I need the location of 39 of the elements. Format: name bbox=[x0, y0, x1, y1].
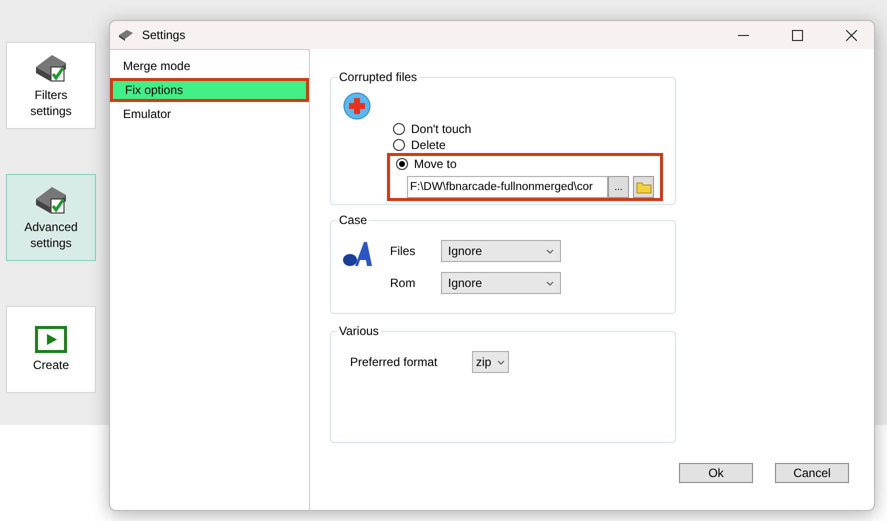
drive-check-icon bbox=[34, 52, 68, 82]
folder-icon bbox=[636, 180, 652, 194]
field-label: Preferred format bbox=[350, 355, 438, 369]
tile-label: Create bbox=[32, 357, 70, 373]
radio-option[interactable]: Don't touch bbox=[393, 121, 472, 137]
dropdown-icon bbox=[546, 280, 554, 286]
dropdown[interactable]: Ignore bbox=[441, 272, 561, 294]
dropdown[interactable]: Ignore bbox=[441, 240, 561, 262]
group-title: Corrupted files bbox=[337, 70, 420, 84]
group-title: Case bbox=[337, 213, 370, 227]
sidebar-tile[interactable]: Filters settings bbox=[6, 42, 96, 129]
dialog-button[interactable]: Ok bbox=[679, 463, 753, 483]
tile-label: Advanced settings bbox=[23, 218, 79, 250]
dropdown-icon bbox=[546, 248, 554, 254]
dropdown[interactable]: zip bbox=[472, 351, 509, 373]
dialog-button[interactable]: Cancel bbox=[775, 463, 849, 483]
sidebar-tile[interactable]: Create bbox=[6, 306, 96, 393]
sidebar-tile[interactable]: Advanced settings bbox=[6, 174, 96, 261]
field-label: Files bbox=[390, 244, 416, 258]
nav-item[interactable]: Emulator bbox=[110, 102, 309, 126]
radio-option[interactable]: Move to bbox=[396, 156, 457, 172]
group-title: Various bbox=[337, 324, 381, 338]
minimize-icon bbox=[738, 34, 748, 36]
window-title: Settings bbox=[142, 28, 186, 42]
app-icon bbox=[118, 29, 134, 41]
drive-check-icon bbox=[34, 184, 68, 214]
field-label: Rom bbox=[390, 276, 416, 290]
maximize-icon bbox=[792, 30, 802, 40]
browse-button[interactable]: ... bbox=[608, 176, 629, 198]
font-case-icon bbox=[341, 241, 373, 267]
close-icon bbox=[846, 30, 856, 40]
play-icon bbox=[35, 326, 67, 353]
nav-item[interactable]: Merge mode bbox=[110, 54, 309, 78]
medical-cross-icon bbox=[343, 92, 371, 120]
dropdown-icon bbox=[497, 360, 505, 364]
nav-item[interactable]: Fix options bbox=[110, 78, 309, 102]
path-field[interactable]: F:\DW\fbnarcade-fullnonmerged\cor bbox=[407, 176, 608, 198]
radio-option[interactable]: Delete bbox=[393, 137, 446, 153]
tile-label: Filters settings bbox=[29, 86, 73, 118]
